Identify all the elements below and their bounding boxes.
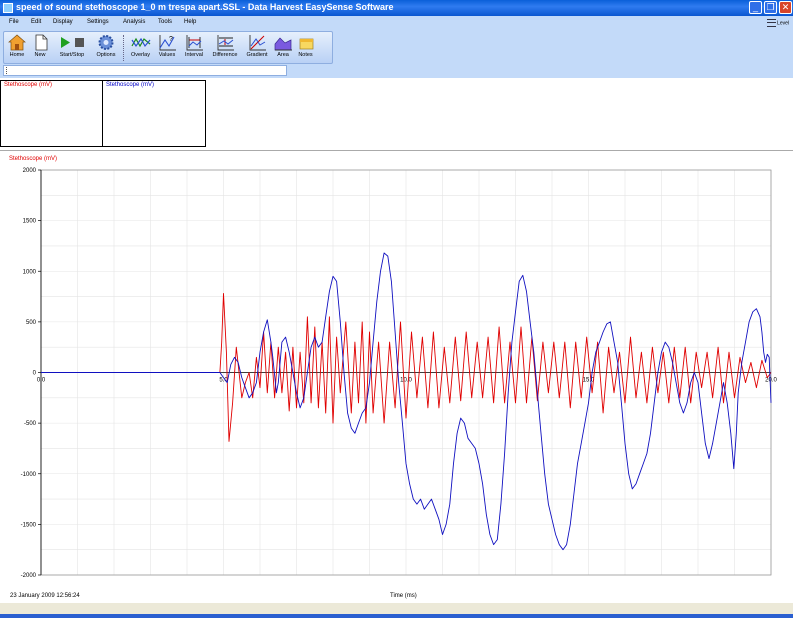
x-axis-label: Time (ms)	[390, 593, 417, 599]
options-label: Options	[96, 52, 116, 58]
difference-icon	[215, 34, 235, 51]
value-panel-blue[interactable]: Stethoscope (mV)	[102, 80, 206, 147]
overlay-icon	[130, 34, 151, 51]
menu-help[interactable]: Help	[184, 19, 196, 25]
x-tick-label: 0.0	[37, 378, 46, 384]
gradient-label: Gradient	[246, 52, 268, 58]
x-tick-label: 20.0	[765, 378, 777, 384]
y-tick-label: -500	[24, 421, 37, 427]
menu-tools[interactable]: Tools	[158, 19, 172, 25]
notes-button[interactable]: Notes	[295, 33, 316, 63]
menu-edit[interactable]: Edit	[31, 19, 41, 25]
app-icon	[3, 3, 13, 13]
y-axis-label: Stethoscope (mV)	[9, 156, 57, 162]
interval-button[interactable]: Interval	[181, 33, 207, 63]
gradient-button[interactable]: Gradient	[244, 33, 270, 63]
y-tick-label: -1000	[21, 472, 37, 478]
notes-label: Notes	[298, 52, 313, 58]
home-label: Home	[9, 52, 25, 58]
interval-icon	[184, 34, 204, 51]
home-button[interactable]: Home	[7, 33, 27, 63]
y-tick-label: 500	[26, 320, 37, 326]
new-label: New	[34, 52, 46, 58]
taskbar-strip	[0, 614, 793, 618]
values-label: Values	[158, 52, 176, 58]
gradient-icon	[247, 34, 267, 51]
menu-bar: File Edit Display Settings Analysis Tool…	[0, 16, 793, 30]
value-panel-blue-label: Stethoscope (mV)	[106, 82, 155, 88]
y-tick-label: 1500	[23, 219, 37, 225]
interval-label: Interval	[184, 52, 204, 58]
value-panel-red[interactable]: Stethoscope (mV)	[0, 80, 103, 147]
start-stop-button[interactable]: Start/Stop	[54, 33, 90, 63]
minimize-button[interactable]: _	[749, 1, 762, 14]
toolbar-separator	[123, 35, 125, 61]
toolbar: Home New Start/Stop Options Overlay ? Va…	[3, 31, 333, 64]
y-tick-labels: 2000 1500 1000 500 0 -500 -1000 -1500 -2000	[21, 168, 41, 579]
notes-icon	[296, 34, 316, 51]
title-bar: speed of sound stethoscope 1_0 m trespa …	[0, 0, 793, 16]
values-button[interactable]: ? Values	[156, 33, 178, 63]
values-icon: ?	[157, 34, 177, 51]
gear-icon	[96, 34, 116, 51]
difference-button[interactable]: Difference	[209, 33, 241, 63]
new-document-icon	[31, 34, 51, 51]
svg-text:?: ?	[169, 36, 173, 43]
x-tick-label: 10.0	[400, 378, 412, 384]
level-button[interactable]: Level	[767, 19, 789, 27]
area-label: Area	[277, 52, 289, 58]
area-button[interactable]: Area	[273, 33, 293, 63]
level-label: Level	[777, 20, 789, 27]
close-button[interactable]: ✕	[779, 1, 792, 14]
area-icon	[273, 34, 293, 51]
overlay-button[interactable]: Overlay	[128, 33, 153, 63]
menu-file[interactable]: File	[9, 19, 19, 25]
timestamp: 23 January 2009 12:56:24	[10, 593, 80, 599]
menu-display[interactable]: Display	[53, 19, 73, 25]
menu-settings[interactable]: Settings	[87, 19, 109, 25]
graph-area[interactable]: Stethoscope (mV) 2000 1500 1000 500 0 -500 -10…	[0, 150, 793, 603]
difference-label: Difference	[212, 52, 238, 58]
home-icon	[7, 34, 27, 51]
start-stop-label: Start/Stop	[59, 52, 85, 58]
menu-analysis[interactable]: Analysis	[123, 19, 145, 25]
play-stop-icon	[55, 34, 89, 51]
maximize-button[interactable]: ❐	[764, 1, 777, 14]
y-tick-label: 0	[33, 371, 37, 377]
y-tick-label: 2000	[23, 168, 37, 174]
window-title: speed of sound stethoscope 1_0 m trespa …	[16, 2, 394, 12]
y-tick-label: 1000	[23, 269, 37, 275]
toolbar-strip	[3, 65, 287, 76]
y-tick-label: -2000	[21, 573, 37, 579]
y-tick-label: -1500	[21, 522, 37, 528]
overlay-label: Overlay	[131, 52, 150, 58]
line-chart[interactable]: Stethoscope (mV) 2000 1500 1000 500 0 -500 -10…	[0, 151, 793, 603]
value-panel-red-label: Stethoscope (mV)	[4, 82, 53, 88]
new-button[interactable]: New	[31, 33, 49, 63]
options-button[interactable]: Options	[93, 33, 119, 63]
level-icon	[767, 19, 777, 27]
